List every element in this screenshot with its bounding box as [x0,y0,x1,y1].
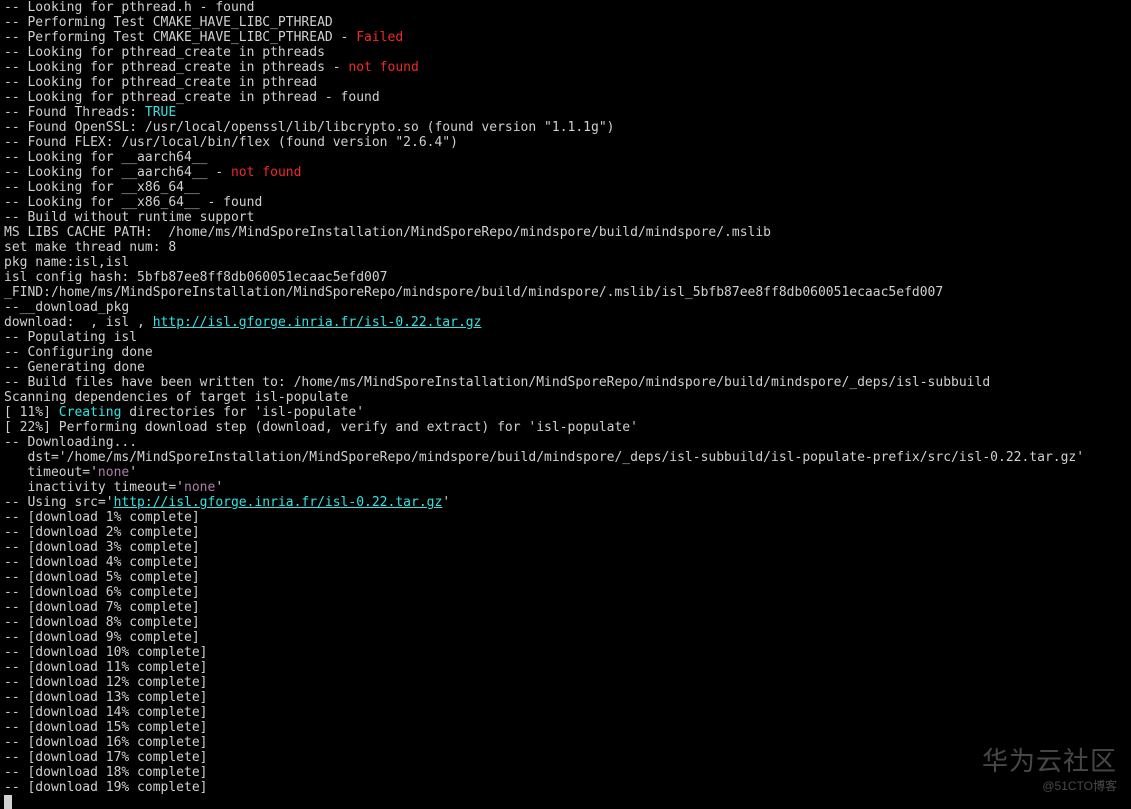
terminal-line: -- Performing Test CMAKE_HAVE_LIBC_PTHRE… [4,15,1127,30]
terminal-line: -- [download 11% complete] [4,660,1127,675]
terminal-line: -- [download 19% complete] [4,780,1127,795]
terminal-line: -- Downloading... [4,435,1127,450]
terminal-line: -- Populating isl [4,330,1127,345]
terminal-line: -- [download 5% complete] [4,570,1127,585]
terminal-line: _FIND:/home/ms/MindSporeInstallation/Min… [4,285,1127,300]
terminal-line: -- Build files have been written to: /ho… [4,375,1127,390]
terminal-line: isl config hash: 5bfb87ee8ff8db060051eca… [4,270,1127,285]
terminal-cursor [4,795,12,809]
terminal-line: --__download_pkg [4,300,1127,315]
terminal-line: -- Performing Test CMAKE_HAVE_LIBC_PTHRE… [4,30,1127,45]
terminal-line: -- [download 15% complete] [4,720,1127,735]
terminal-line: set make thread num: 8 [4,240,1127,255]
terminal-line: -- Looking for pthread.h - found [4,0,1127,15]
terminal-line: -- [download 13% complete] [4,690,1127,705]
terminal-output: -- Looking for pthread.h - found-- Perfo… [0,0,1131,795]
terminal-line: -- Looking for pthread_create in pthread [4,75,1127,90]
terminal-line: -- [download 2% complete] [4,525,1127,540]
terminal-line: -- [download 6% complete] [4,585,1127,600]
terminal-line: -- Using src='http://isl.gforge.inria.fr… [4,495,1127,510]
terminal-line: -- [download 17% complete] [4,750,1127,765]
terminal-line: -- [download 10% complete] [4,645,1127,660]
terminal-line: -- Found FLEX: /usr/local/bin/flex (foun… [4,135,1127,150]
terminal-line: -- Configuring done [4,345,1127,360]
terminal-line: dst='/home/ms/MindSporeInstallation/Mind… [4,450,1127,465]
terminal-line: -- Looking for pthread_create in pthread… [4,45,1127,60]
terminal-line: MS LIBS CACHE PATH: /home/ms/MindSporeIn… [4,225,1127,240]
terminal-line: Scanning dependencies of target isl-popu… [4,390,1127,405]
terminal-line: -- Found OpenSSL: /usr/local/openssl/lib… [4,120,1127,135]
terminal-line: -- Looking for __aarch64__ [4,150,1127,165]
terminal-line: -- Found Threads: TRUE [4,105,1127,120]
terminal-line: -- [download 16% complete] [4,735,1127,750]
terminal-line: -- Generating done [4,360,1127,375]
terminal-line: [ 22%] Performing download step (downloa… [4,420,1127,435]
terminal-line: inactivity timeout='none' [4,480,1127,495]
terminal-line: -- [download 9% complete] [4,630,1127,645]
terminal-line: -- [download 14% complete] [4,705,1127,720]
terminal-line: -- [download 7% complete] [4,600,1127,615]
terminal-line: download: , isl , http://isl.gforge.inri… [4,315,1127,330]
terminal-line: -- Looking for __x86_64__ [4,180,1127,195]
terminal-line: -- Looking for pthread_create in pthread… [4,60,1127,75]
terminal-line: -- [download 3% complete] [4,540,1127,555]
terminal-line: -- [download 4% complete] [4,555,1127,570]
terminal-line: -- [download 8% complete] [4,615,1127,630]
terminal-line: -- Looking for __aarch64__ - not found [4,165,1127,180]
terminal-line: -- Looking for pthread_create in pthread… [4,90,1127,105]
terminal-line: -- [download 18% complete] [4,765,1127,780]
terminal-line: timeout='none' [4,465,1127,480]
terminal-line: pkg name:isl,isl [4,255,1127,270]
terminal-line: [ 11%] Creating directories for 'isl-pop… [4,405,1127,420]
terminal-line: -- [download 1% complete] [4,510,1127,525]
terminal-line: -- [download 12% complete] [4,675,1127,690]
terminal-line: -- Build without runtime support [4,210,1127,225]
terminal-line: -- Looking for __x86_64__ - found [4,195,1127,210]
